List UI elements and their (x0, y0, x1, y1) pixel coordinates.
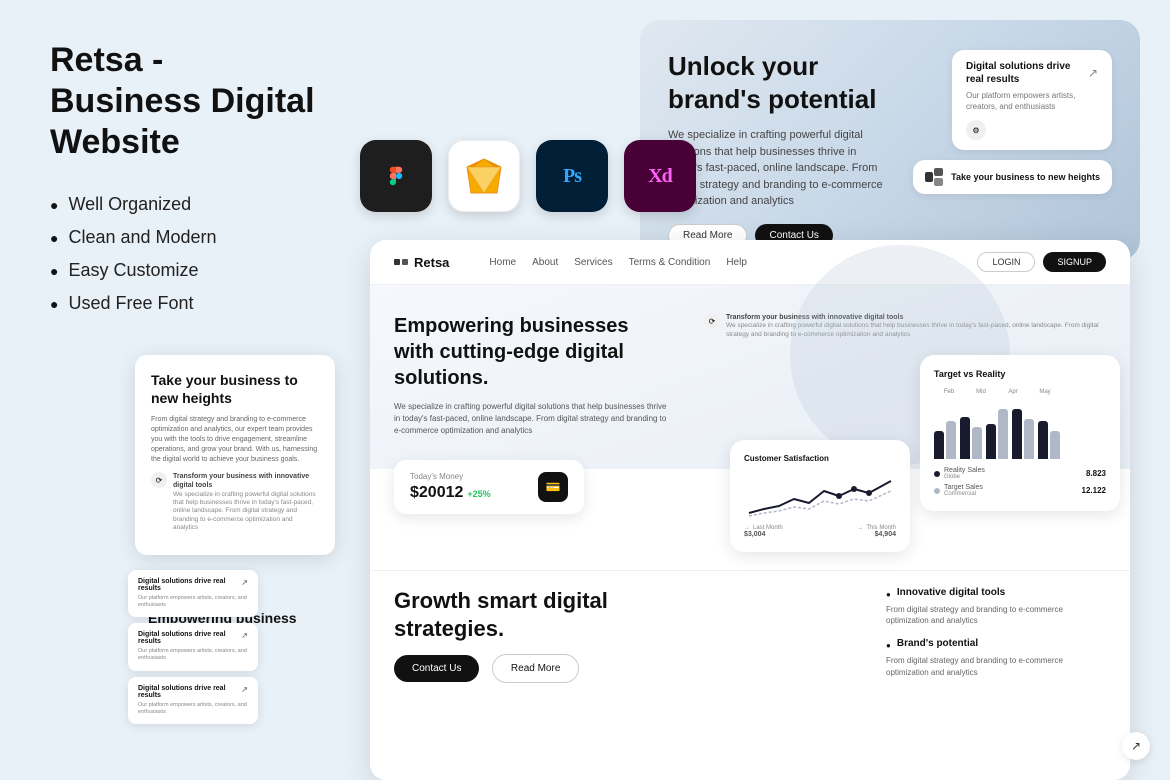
feature-list: Well Organized Clean and Modern Easy Cus… (50, 194, 320, 314)
hero-main-title: Empowering businesses with cutting-edge … (394, 313, 674, 391)
feature-item-2: Clean and Modern (50, 227, 320, 248)
left-preview-card: Take your business to new heights From d… (135, 355, 335, 555)
corner-arrow-button[interactable]: ↗ (1122, 732, 1150, 760)
nav-home[interactable]: Home (489, 257, 516, 268)
mini-card-1: Digital solutions drive real results ↗ O… (128, 570, 258, 617)
nav-actions: LOGIN SIGNUP (977, 252, 1106, 272)
money-card-preview: Today's Money $20012 +25% 💳 (394, 460, 584, 514)
sparkline (744, 471, 896, 521)
feature-item-4: Used Free Font (50, 293, 320, 314)
bar-chart-labels: Feb Mid Apr May (934, 389, 1060, 395)
mini-cards-stack: Digital solutions drive real results ↗ O… (128, 570, 258, 724)
satisfaction-card: Customer Satisfaction → Last Month $3,00… (730, 440, 910, 552)
page-title: Retsa - Business Digital Website (50, 40, 320, 162)
bottom-right: ● Innovative digital tools From digital … (886, 587, 1106, 764)
money-icon: 💳 (538, 472, 568, 502)
figma-icon (360, 140, 432, 212)
nav-help[interactable]: Help (726, 257, 747, 268)
login-button[interactable]: LOGIN (977, 252, 1035, 272)
bottom-section: Growth smart digital strategies. Contact… (370, 570, 1130, 780)
take-biz-badge: Take your business to new heights (913, 160, 1112, 194)
bottom-left: Growth smart digital strategies. Contact… (394, 587, 866, 764)
xd-icon: Xd (624, 140, 696, 212)
legend-target: Target Sales Commercial 12.122 (934, 484, 1106, 497)
bar-chart (934, 399, 1106, 459)
side-card-1: Digital solutions drive real results ↗ O… (952, 50, 1112, 150)
mini-card-3: Digital solutions drive real results ↗ O… (128, 677, 258, 724)
tools-row: Ps Xd (360, 140, 696, 212)
hero-card-title: Unlock your brand's potential (668, 50, 893, 115)
preview-card-feature: ⟳ Transform your business with innovativ… (151, 472, 319, 532)
hero-card-side: Digital solutions drive real results ↗ O… (913, 50, 1112, 194)
month-labels: → Last Month $3,004 → This Month $4,904 (744, 525, 896, 538)
nav-terms[interactable]: Terms & Condition (629, 257, 711, 268)
legend-reality: Reality Sales Globe 8.823 (934, 467, 1106, 480)
mini-card-2: Digital solutions drive real results ↗ O… (128, 623, 258, 670)
target-legend: Reality Sales Globe 8.823 Target Sales C… (934, 467, 1106, 497)
nav-logo: Retsa (394, 255, 449, 270)
bullet-item-2: ● Brand's potential From digital strateg… (886, 638, 1106, 677)
feature-item-3: Easy Customize (50, 260, 320, 281)
contact-us-button[interactable]: Contact Us (394, 655, 479, 682)
target-card: Target vs Reality Feb Mid Apr May (920, 355, 1120, 511)
growth-title: Growth smart digital strategies. (394, 587, 866, 642)
bullet-item-1: ● Innovative digital tools From digital … (886, 587, 1106, 626)
hero-feature-icon: ⟳ (704, 313, 720, 329)
hero-card: Unlock your brand's potential We special… (640, 20, 1140, 260)
feature-item-1: Well Organized (50, 194, 320, 215)
signup-button[interactable]: SIGNUP (1043, 252, 1106, 272)
photoshop-icon: Ps (536, 140, 608, 212)
nav-services[interactable]: Services (574, 257, 612, 268)
hero-left: Empowering businesses with cutting-edge … (394, 313, 674, 449)
card-icon: ⚙ (966, 120, 986, 140)
hero-card-text: Unlock your brand's potential We special… (668, 50, 893, 247)
nav-about[interactable]: About (532, 257, 558, 268)
nav-bar: Retsa Home About Services Terms & Condit… (370, 240, 1130, 285)
read-more-button[interactable]: Read More (492, 654, 579, 683)
sketch-icon (448, 140, 520, 212)
hero-card-desc: We specialize in crafting powerful digit… (668, 127, 893, 210)
nav-links: Home About Services Terms & Condition He… (489, 257, 957, 268)
feature-icon: ⟳ (151, 472, 167, 488)
